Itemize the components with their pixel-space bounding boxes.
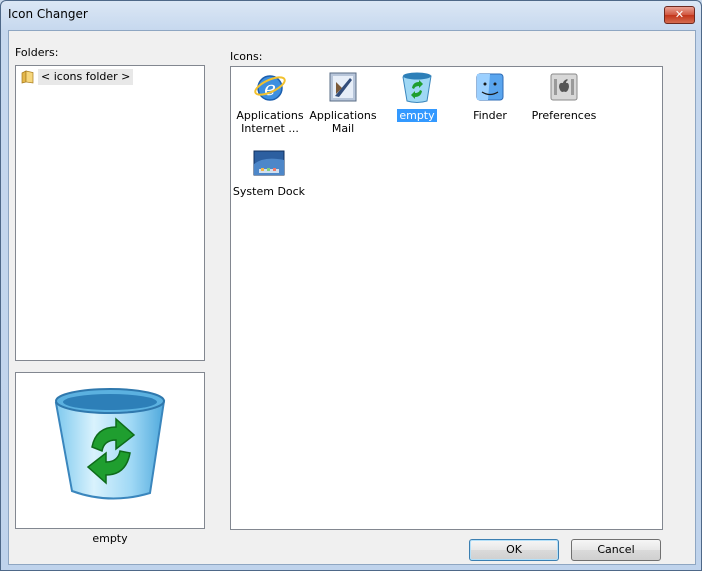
ok-button[interactable]: OK (469, 539, 559, 561)
icon-item-empty[interactable]: empty (377, 70, 457, 122)
internet-explorer-icon: e (254, 75, 286, 101)
folders-label: Folders: (15, 46, 59, 59)
icon-preview (15, 372, 205, 529)
icon-item-finder[interactable]: Finder (450, 70, 530, 122)
tree-item-label: < icons folder > (38, 69, 134, 85)
icons-list[interactable]: e Applications Internet ... Applications… (230, 66, 663, 530)
icon-item-label: Applications (236, 109, 304, 122)
icon-item-label: empty (397, 109, 437, 122)
icon-item-applications-internet[interactable]: e Applications Internet ... (230, 70, 310, 135)
close-button[interactable]: ✕ (664, 6, 695, 24)
folders-tree[interactable]: < icons folder > (15, 65, 205, 361)
icon-item-label-line2: Internet ... (241, 122, 299, 135)
icon-item-system-dock[interactable]: System Dock (229, 146, 309, 198)
icon-item-label-wrap: empty (377, 109, 457, 122)
preview-caption: empty (92, 532, 128, 545)
title-bar[interactable]: Icon Changer ✕ (1, 1, 701, 27)
finder-icon (476, 73, 504, 101)
close-icon: ✕ (674, 8, 685, 21)
dialog-window: Icon Changer ✕ Folders: < icons folder > (0, 0, 702, 571)
icon-item-label: System Dock (232, 185, 306, 198)
icon-item-label: Finder (473, 109, 507, 122)
icons-label: Icons: (230, 50, 263, 63)
dialog-body: Folders: < icons folder > empty Icons: e… (8, 30, 696, 565)
window-title: Icon Changer (8, 7, 88, 21)
recycle-bin-icon (402, 72, 432, 103)
cancel-button[interactable]: Cancel (571, 539, 661, 561)
preferences-icon (550, 73, 578, 101)
recycle-bin-icon (54, 388, 166, 500)
mail-icon (329, 72, 357, 102)
icon-item-label: Preferences (531, 109, 597, 122)
folder-icon (21, 70, 34, 84)
icon-item-label-line2: Mail (331, 122, 355, 135)
icon-item-applications-mail[interactable]: Applications Mail (303, 70, 383, 135)
icon-item-preferences[interactable]: Preferences (524, 70, 604, 122)
system-dock-icon (253, 150, 285, 176)
icon-item-label: Applications (309, 109, 377, 122)
tree-item-icons-folder[interactable]: < icons folder > (21, 69, 134, 85)
